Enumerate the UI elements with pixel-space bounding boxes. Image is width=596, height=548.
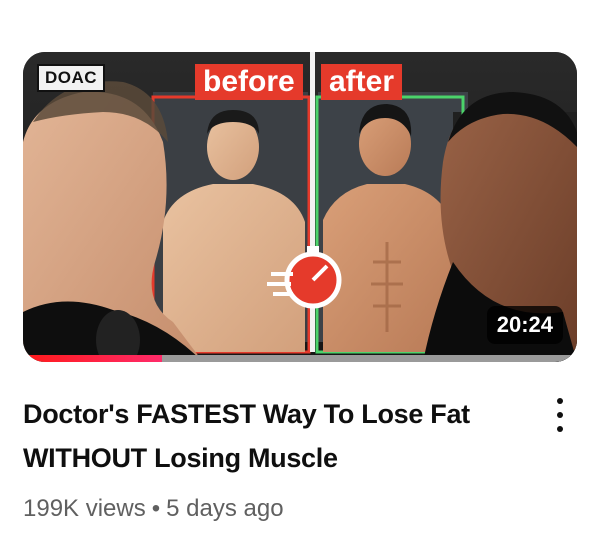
video-thumbnail[interactable]: DOAC before after 20:24 [23,52,577,362]
more-vertical-icon [557,426,563,432]
after-label: after [321,64,403,100]
view-count: 199K views [23,495,146,522]
video-title-line2: WITHOUT Losing Muscle [23,443,338,473]
more-vertical-icon [557,398,563,404]
before-label: before [195,64,303,100]
video-title-line1: Doctor's FASTEST Way To Lose Fat [23,399,470,429]
watch-progress-fill [23,355,162,362]
duration-badge: 20:24 [486,306,563,344]
video-title[interactable]: Doctor's FASTEST Way To Lose Fat WITHOUT… [23,392,523,480]
meta-separator: • [151,495,161,522]
channel-badge: DOAC [37,64,106,92]
video-metadata: 199K views • 5 days ago [23,492,284,526]
video-card[interactable]: DOAC before after 20:24 Doctor's FASTEST… [0,0,596,548]
upload-age: 5 days ago [166,495,284,522]
more-options-button[interactable] [548,396,572,436]
more-vertical-icon [557,412,563,418]
watch-progress-bar [23,355,577,362]
